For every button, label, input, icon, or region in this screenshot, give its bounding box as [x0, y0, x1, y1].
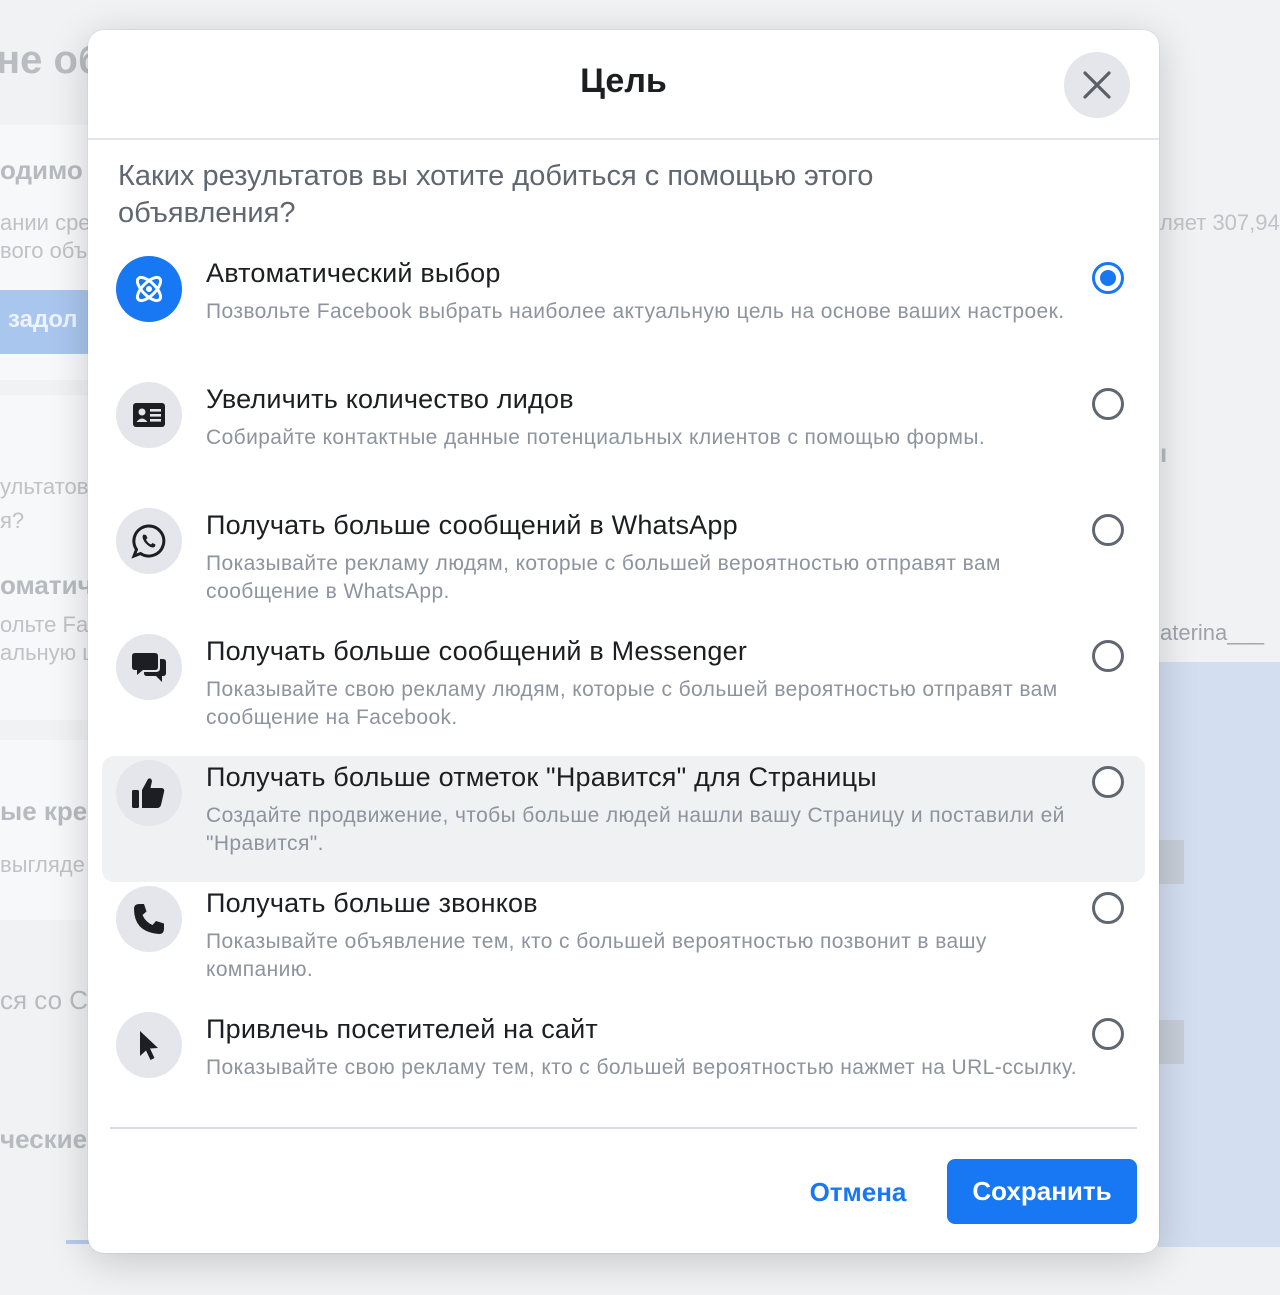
option-title: Получать больше сообщений в WhatsApp: [206, 510, 738, 540]
radio-button[interactable]: [1092, 766, 1124, 798]
option-title: Получать больше сообщений в Messenger: [206, 636, 748, 666]
radio-button[interactable]: [1092, 892, 1124, 924]
option-icon-container: [116, 256, 182, 322]
option-icon-container: [116, 886, 182, 952]
option-description: Показывайте рекламу людям, которые с бол…: [206, 552, 1001, 603]
option-title: Увеличить количество лидов: [206, 384, 574, 414]
bg-text: я?: [0, 508, 25, 533]
atom-icon: [135, 275, 163, 303]
objective-dialog: Цель Каких результатов вы хотите добитьс…: [88, 30, 1159, 1253]
bg-card: [0, 740, 92, 920]
option-title: Автоматический выбор: [206, 258, 501, 288]
bg-text: альную ц: [0, 640, 95, 665]
bg-preview-panel: [1158, 662, 1280, 1247]
bg-text: ся со С: [0, 985, 89, 1015]
close-button[interactable]: [1064, 52, 1130, 118]
bg-text: ультатов: [0, 474, 89, 499]
option-icon-container: [116, 1012, 182, 1078]
bg-text: оматич: [0, 570, 93, 600]
contact-card-icon: [133, 403, 165, 427]
bg-text: ые кре: [0, 796, 88, 826]
bg-button-label: задол: [8, 306, 78, 333]
option-icon-container: [116, 508, 182, 574]
dialog-header: Цель: [88, 30, 1159, 140]
save-button[interactable]: Сохранить: [947, 1159, 1137, 1224]
objective-options-list: Автоматический выбор Позвольте Facebook …: [102, 252, 1145, 1134]
option-title: Привлечь посетителей на сайт: [206, 1014, 598, 1044]
radio-button[interactable]: [1092, 640, 1124, 672]
option-icon-container: [116, 634, 182, 700]
option-icon-container: [116, 760, 182, 826]
whatsapp-icon: [131, 524, 166, 559]
bg-block: [1158, 840, 1184, 884]
bg-text: ольте Fa: [0, 612, 89, 637]
option-description: Показывайте свою рекламу людям, которые …: [206, 678, 1058, 729]
phone-icon: [134, 904, 164, 934]
option-whatsapp[interactable]: Получать больше сообщений в WhatsApp Пок…: [102, 504, 1145, 630]
option-description: Позвольте Facebook выбрать наиболее акту…: [206, 300, 1065, 323]
thumbs-up-icon: [132, 778, 165, 808]
bg-text: вого объ: [0, 238, 88, 263]
option-description: Показывайте объявление тем, кто с больше…: [206, 930, 987, 981]
option-description: Собирайте контактные данные потенциальны…: [206, 426, 986, 449]
option-description: Создайте продвижение, чтобы больше людей…: [206, 804, 1065, 855]
option-calls[interactable]: Получать больше звонков Показывайте объя…: [102, 882, 1145, 1008]
dialog-question: Каких результатов вы хотите добиться с п…: [118, 160, 874, 229]
option-description: Показывайте свою рекламу тем, кто с боль…: [206, 1056, 1077, 1079]
bg-text: ı: [1160, 438, 1168, 468]
option-leads[interactable]: Увеличить количество лидов Собирайте кон…: [102, 378, 1145, 504]
bg-text: ляет 307,94: [1160, 210, 1280, 235]
radio-button[interactable]: [1092, 1018, 1124, 1050]
radio-button-selected[interactable]: [1092, 262, 1124, 294]
footer-divider: [110, 1127, 1137, 1129]
option-auto-select[interactable]: Автоматический выбор Позвольте Facebook …: [102, 252, 1145, 378]
radio-button[interactable]: [1092, 514, 1124, 546]
option-website-traffic[interactable]: Привлечь посетителей на сайт Показывайте…: [102, 1008, 1145, 1134]
radio-button[interactable]: [1092, 388, 1124, 420]
bg-block: [1158, 1020, 1184, 1064]
close-icon: [1083, 71, 1111, 99]
option-page-likes[interactable]: Получать больше отметок "Нравится" для С…: [102, 756, 1145, 882]
option-title: Получать больше звонков: [206, 888, 538, 918]
bg-text: ании сре: [0, 210, 91, 235]
bg-card: [0, 395, 92, 720]
bg-text: aterina___: [1160, 620, 1264, 645]
bg-text: выгляде: [0, 852, 85, 877]
bg-button: задол: [0, 290, 92, 354]
cancel-button[interactable]: Отмена: [788, 1160, 928, 1224]
chat-bubbles-icon: [132, 653, 166, 682]
cursor-icon: [140, 1031, 158, 1060]
dialog-title: Цель: [580, 62, 667, 100]
option-icon-container: [116, 382, 182, 448]
option-title: Получать больше отметок "Нравится" для С…: [206, 762, 877, 792]
bg-text: ческие: [0, 1124, 88, 1154]
option-messenger[interactable]: Получать больше сообщений в Messenger По…: [102, 630, 1145, 756]
